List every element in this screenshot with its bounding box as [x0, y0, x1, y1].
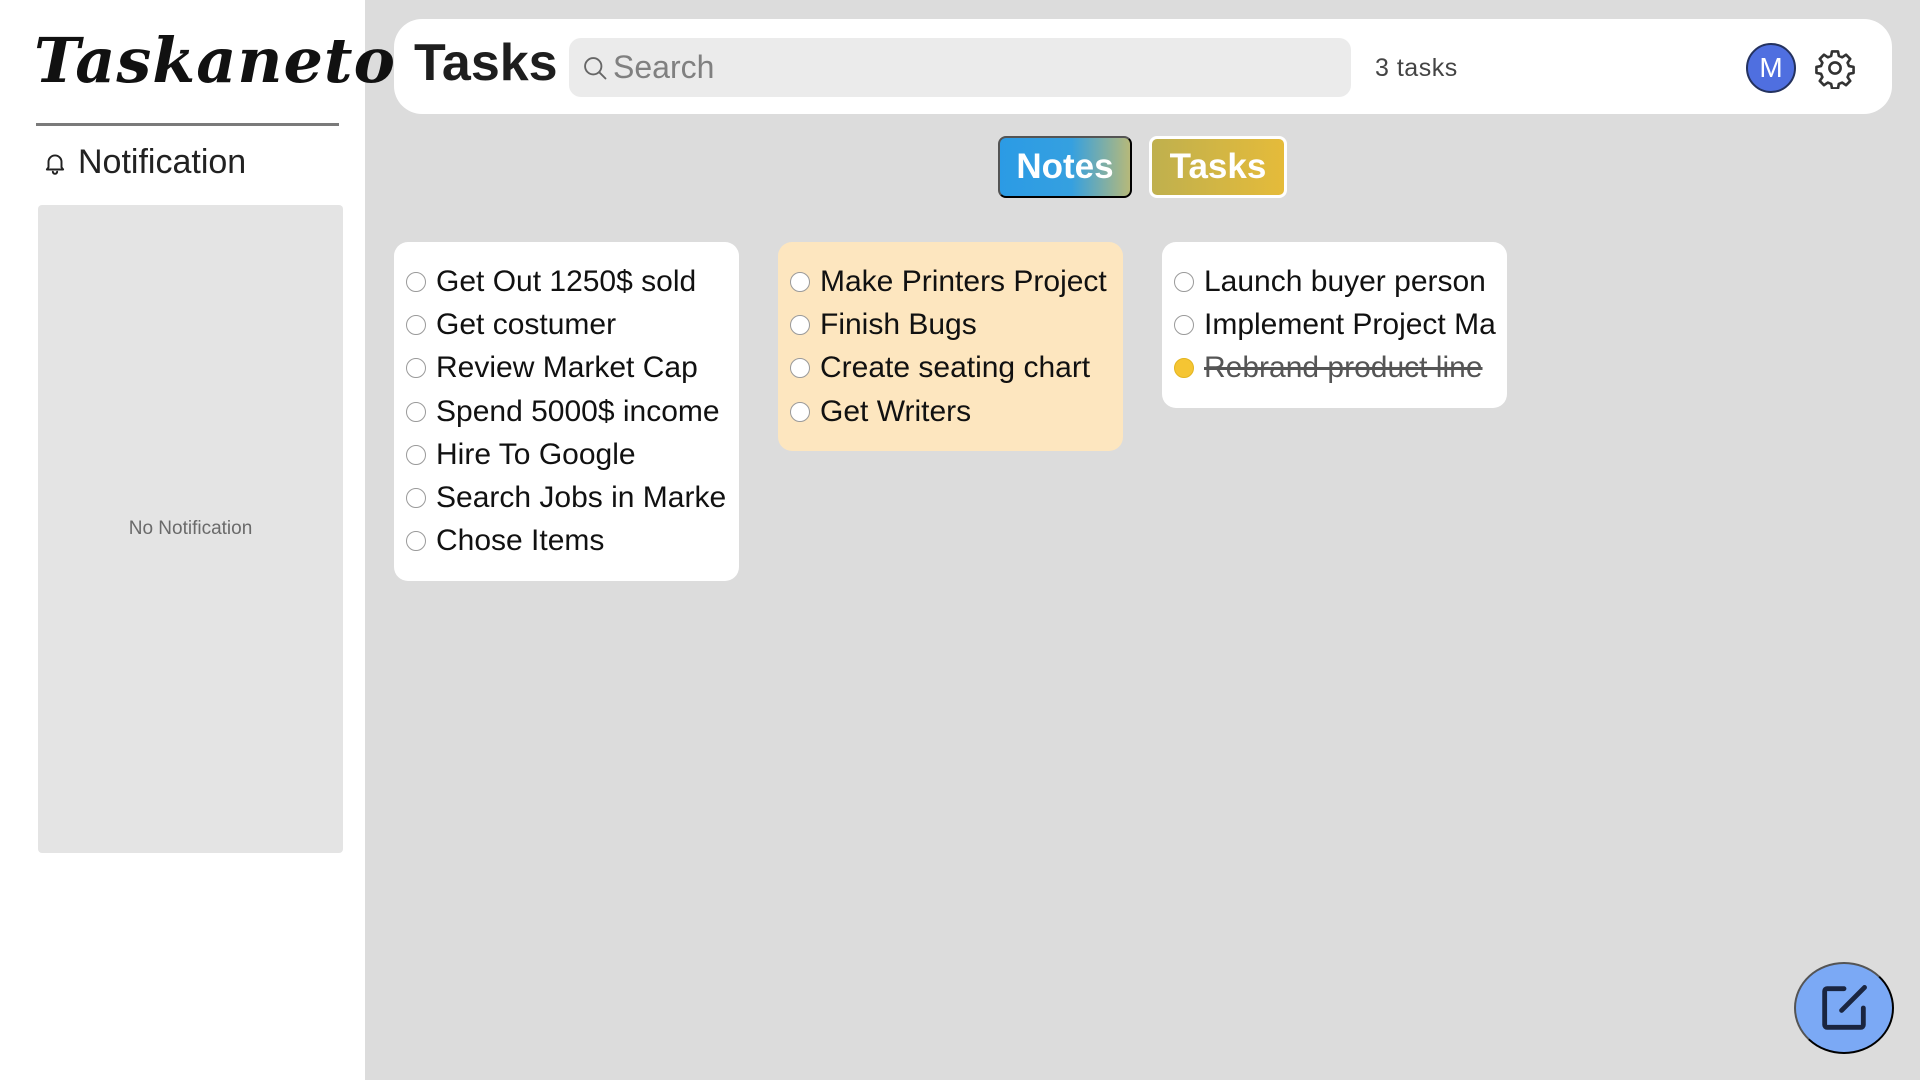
notification-title: Notification — [78, 143, 247, 181]
task-item[interactable]: Implement Project Ma — [1174, 303, 1497, 346]
task-text: Get Writers — [820, 394, 972, 428]
search-icon — [584, 56, 607, 79]
task-checkbox[interactable] — [406, 444, 426, 465]
task-checkbox[interactable] — [406, 358, 426, 379]
task-checkbox[interactable] — [406, 401, 426, 422]
task-text: Spend 5000$ income — [436, 394, 720, 428]
search-box[interactable] — [569, 38, 1351, 97]
task-text: Finish Bugs — [820, 307, 977, 341]
task-text: Get costumer — [436, 307, 617, 341]
task-card[interactable]: Launch buyer person Implement Project Ma… — [1162, 242, 1507, 408]
task-checkbox[interactable] — [406, 488, 426, 509]
app-logo: Taskaneto — [34, 24, 396, 97]
notification-empty-text: No Notification — [128, 518, 253, 539]
task-checkbox[interactable] — [406, 271, 426, 292]
task-item[interactable]: Get costumer — [406, 303, 729, 346]
top-bar: Tasks 3 tasks M — [394, 19, 1892, 114]
task-item[interactable]: Chose Items — [406, 520, 729, 563]
task-item[interactable]: Get Out 1250$ sold — [406, 260, 729, 303]
task-item[interactable]: Finish Bugs — [790, 303, 1113, 346]
task-checkbox[interactable] — [406, 314, 426, 335]
task-text: Launch buyer person — [1204, 264, 1486, 298]
task-checkbox[interactable] — [790, 271, 810, 292]
task-text: Review Market Cap — [436, 351, 698, 385]
task-item[interactable]: Create seating chart — [790, 347, 1113, 390]
task-card[interactable]: Make Printers Project Finish Bugs Create… — [778, 242, 1123, 452]
task-item[interactable]: Review Market Cap — [406, 347, 729, 390]
new-note-button[interactable] — [1794, 962, 1894, 1054]
task-text: Make Printers Project — [820, 264, 1107, 298]
task-text: Get Out 1250$ sold — [436, 264, 697, 298]
notification-panel: No Notification — [38, 205, 343, 853]
task-text: Implement Project Ma — [1204, 307, 1496, 341]
sidebar: Taskaneto Notification No Notification — [0, 0, 395, 1080]
task-item[interactable]: Launch buyer person — [1174, 260, 1497, 303]
task-card[interactable]: Get Out 1250$ sold Get costumer Review M… — [394, 242, 739, 582]
task-text: Chose Items — [436, 524, 605, 558]
bell-icon — [45, 153, 65, 175]
task-text: Search Jobs in Marke — [436, 481, 727, 515]
task-item[interactable]: Search Jobs in Marke — [406, 476, 729, 519]
task-text: Create seating chart — [820, 351, 1091, 385]
edit-icon — [1822, 985, 1867, 1030]
task-text: Hire To Google — [436, 437, 636, 471]
task-count: 3 tasks — [1375, 54, 1458, 82]
task-item[interactable]: Make Printers Project — [790, 260, 1113, 303]
task-checkbox-checked[interactable] — [1174, 358, 1194, 379]
tasks-toggle-button[interactable]: Tasks — [1149, 136, 1287, 198]
page-title: Tasks — [414, 34, 558, 92]
notification-header: Notification — [42, 143, 246, 182]
task-text: Rebrand product line — [1204, 351, 1483, 385]
gear-icon[interactable] — [1814, 47, 1856, 89]
search-input[interactable] — [613, 49, 1313, 86]
task-checkbox[interactable] — [790, 401, 810, 422]
task-checkbox[interactable] — [790, 358, 810, 379]
task-item[interactable]: Get Writers — [790, 390, 1113, 433]
avatar[interactable]: M — [1746, 43, 1796, 93]
task-item[interactable]: Spend 5000$ income — [406, 390, 729, 433]
notes-toggle-button[interactable]: Notes — [998, 136, 1132, 198]
task-checkbox[interactable] — [1174, 271, 1194, 292]
sidebar-divider — [36, 123, 339, 126]
task-item[interactable]: Hire To Google — [406, 433, 729, 476]
task-checkbox[interactable] — [406, 531, 426, 552]
task-item[interactable]: Rebrand product line — [1174, 347, 1497, 390]
task-checkbox[interactable] — [1174, 314, 1194, 335]
task-checkbox[interactable] — [790, 314, 810, 335]
